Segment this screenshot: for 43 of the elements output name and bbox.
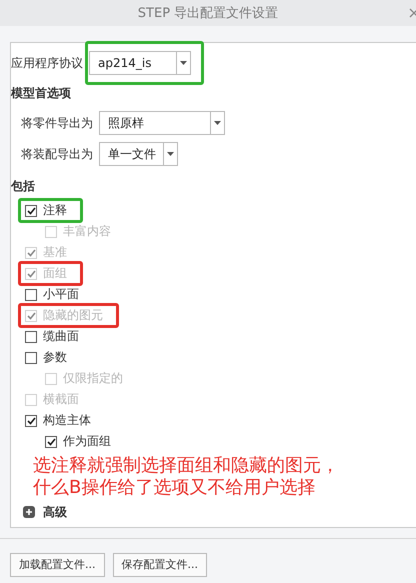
annotation-text: 什么B操作给了选项又不给用户选择 [33,478,316,498]
caret-icon [167,152,174,156]
export-dropdown[interactable]: 照原样 [99,111,225,135]
checkbox[interactable] [25,204,37,216]
check-icon [26,312,36,320]
checkbox[interactable] [25,414,37,426]
close-icon[interactable] [409,8,416,18]
checkbox-label: 缆曲面 [43,328,79,345]
check-icon [26,270,36,278]
check-icon [26,248,36,256]
field-label: 应用程序协议 [11,54,83,72]
field-label: 将装配导出为 [21,146,93,162]
window-title: STEP 导出配置文件设置 [138,5,278,22]
caret-icon [214,121,221,125]
checkbox-label: 隐藏的图元 [43,307,103,324]
caret-icon [180,61,187,65]
section-heading: 模型首选项 [11,85,71,102]
section-heading: 包括 [11,178,35,195]
protocol-dropdown[interactable]: ap214_is [89,51,191,75]
field-label: 将零件导出为 [21,114,93,132]
checkbox[interactable] [25,352,37,364]
checkbox-label: 参数 [43,349,67,366]
config-button[interactable]: 加载配置文件... [10,552,104,577]
check-icon [26,206,36,214]
checkbox[interactable] [25,330,37,342]
check-icon [26,416,36,424]
checkbox[interactable] [25,288,37,300]
config-button[interactable]: 保存配置文件... [112,552,207,577]
checkbox-label: 面组 [43,265,67,282]
checkbox-label: 横截面 [43,391,79,408]
checkbox-label: 小平面 [43,286,79,303]
checkbox-label: 构造主体 [43,412,91,429]
checkbox-label: 作为面组 [63,433,111,450]
checkbox-label: 仅限指定的 [63,370,123,387]
export-dropdown[interactable]: 单一文件 [99,142,178,166]
annotation-text: 选注释就强制选择面组和隐藏的图元， [33,456,339,476]
checkbox-label: 注释 [43,202,67,219]
checkbox-label: 丰富内容 [63,223,111,240]
section-heading: 高级 [43,504,67,521]
checkbox[interactable] [45,436,57,448]
checkbox-label: 基准 [43,244,67,261]
plus-icon[interactable] [23,506,35,518]
check-icon [46,438,56,446]
